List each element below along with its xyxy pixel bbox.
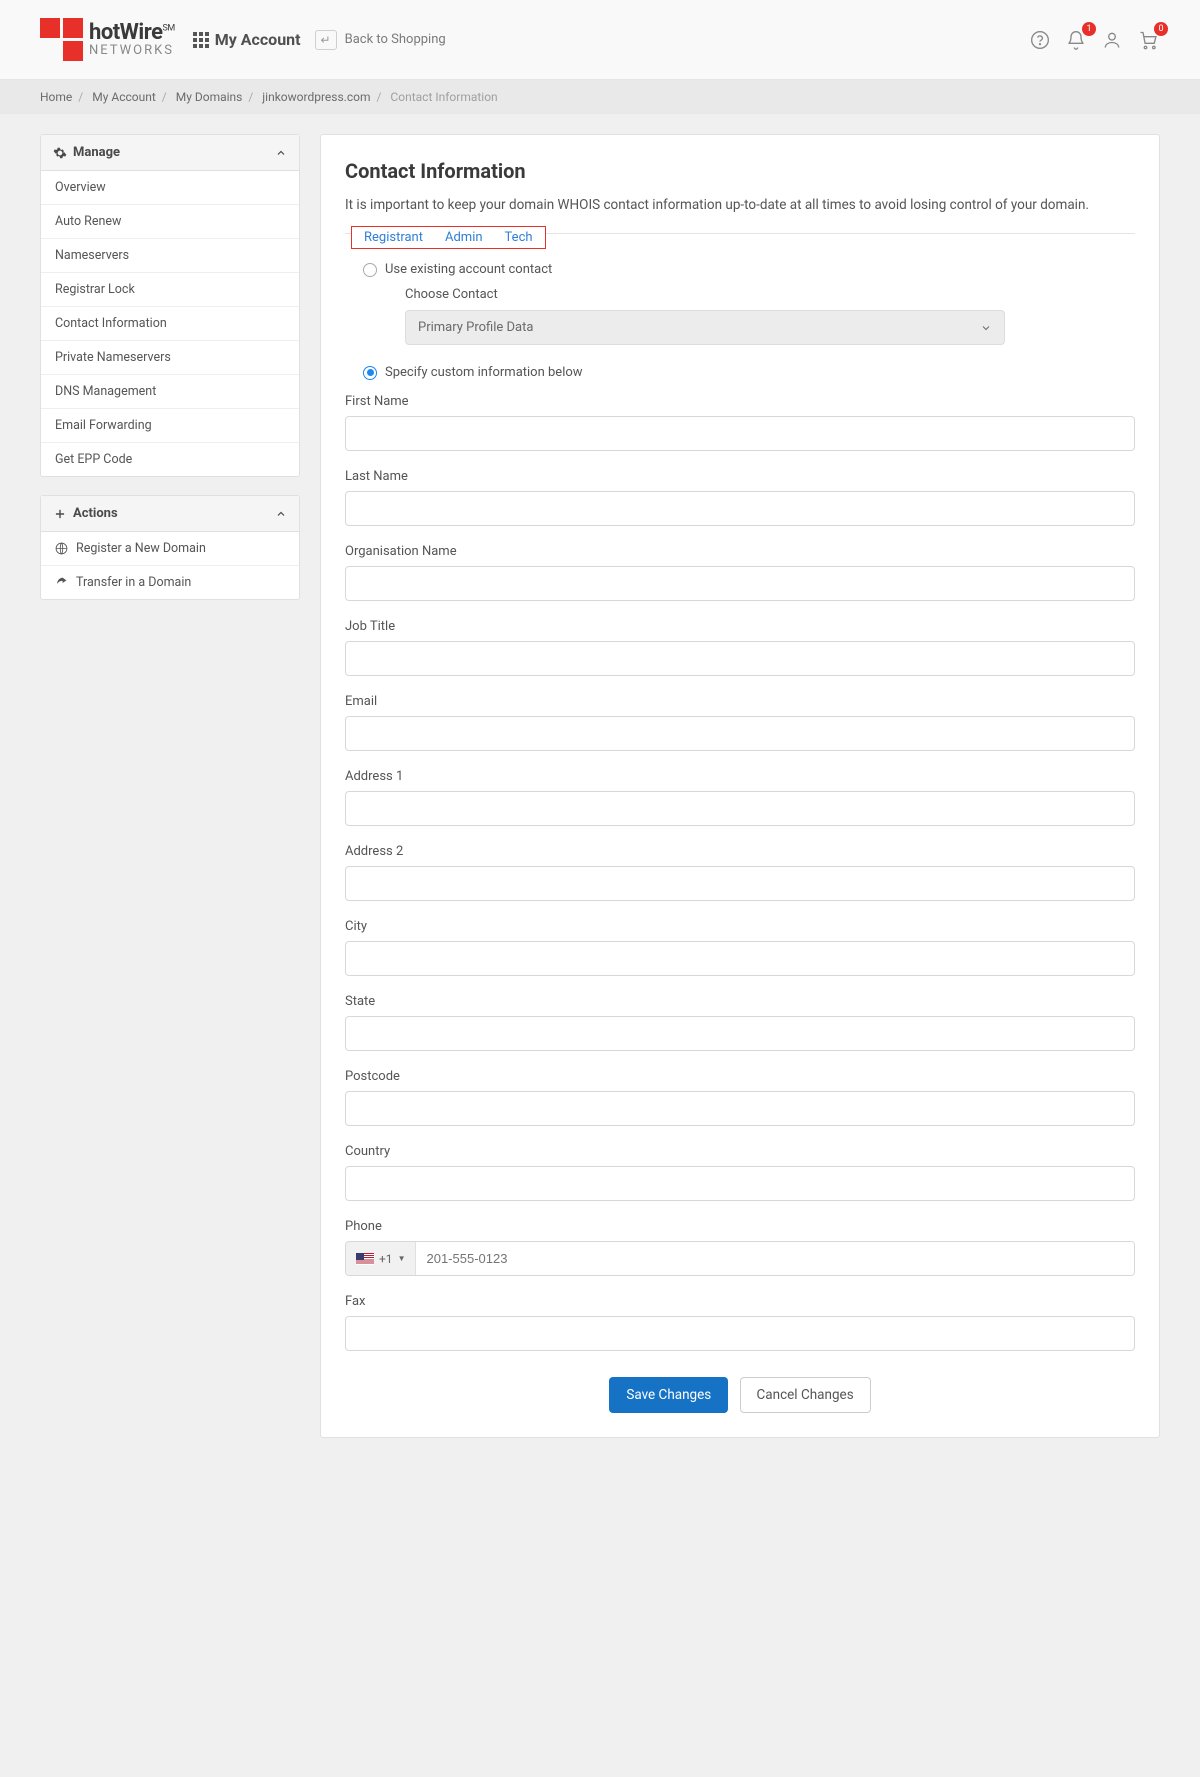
sidebar-item-private-nameservers[interactable]: Private Nameservers <box>41 341 299 375</box>
label-country: Country <box>345 1144 1135 1159</box>
input-organisation[interactable] <box>345 566 1135 601</box>
sidebar-item-get-epp-code[interactable]: Get EPP Code <box>41 443 299 476</box>
breadcrumb-item[interactable]: My Account <box>92 90 156 104</box>
radio-specify-custom[interactable]: Specify custom information below <box>363 365 1135 380</box>
radio-use-existing[interactable]: Use existing account contact <box>363 262 1135 277</box>
label-organisation: Organisation Name <box>345 544 1135 559</box>
tab-tech[interactable]: Tech <box>505 230 533 245</box>
label-first-name: First Name <box>345 394 1135 409</box>
sidebar-item-contact-information[interactable]: Contact Information <box>41 307 299 341</box>
label-last-name: Last Name <box>345 469 1135 484</box>
brand-subtitle: NETWORKS <box>89 44 175 57</box>
sidebar-item-dns-management[interactable]: DNS Management <box>41 375 299 409</box>
input-fax[interactable] <box>345 1316 1135 1351</box>
sidebar-item-nameservers[interactable]: Nameservers <box>41 239 299 273</box>
user-icon <box>1102 30 1122 50</box>
back-to-shopping[interactable]: ↵ Back to Shopping <box>315 30 446 50</box>
breadcrumb-item-current: Contact Information <box>390 90 497 104</box>
globe-icon <box>55 542 68 555</box>
chevron-up-icon <box>275 508 287 520</box>
sidebar-item-auto-renew[interactable]: Auto Renew <box>41 205 299 239</box>
radio-icon <box>363 366 377 380</box>
input-phone[interactable] <box>416 1242 1134 1275</box>
share-icon <box>55 576 68 589</box>
help-icon <box>1030 30 1050 50</box>
input-postcode[interactable] <box>345 1091 1135 1126</box>
label-city: City <box>345 919 1135 934</box>
logo-mark-icon <box>40 18 83 61</box>
chevron-down-icon <box>980 322 992 334</box>
label-address2: Address 2 <box>345 844 1135 859</box>
help-button[interactable] <box>1028 28 1052 52</box>
return-key-icon: ↵ <box>315 30 337 50</box>
page-intro: It is important to keep your domain WHOI… <box>345 195 1135 215</box>
breadcrumb-item[interactable]: My Domains <box>176 90 243 104</box>
label-phone: Phone <box>345 1219 1135 1234</box>
contact-tabs: Registrant Admin Tech <box>351 226 546 249</box>
gear-icon <box>53 146 67 160</box>
plus-icon <box>53 507 67 521</box>
notification-badge: 1 <box>1082 22 1096 36</box>
chevron-up-icon <box>275 147 287 159</box>
tab-admin[interactable]: Admin <box>445 230 483 245</box>
tab-registrant[interactable]: Registrant <box>364 230 423 245</box>
input-address1[interactable] <box>345 791 1135 826</box>
label-job-title: Job Title <box>345 619 1135 634</box>
label-state: State <box>345 994 1135 1009</box>
us-flag-icon <box>356 1253 374 1265</box>
radio-icon <box>363 263 377 277</box>
input-address2[interactable] <box>345 866 1135 901</box>
app-switcher[interactable]: My Account <box>193 30 301 49</box>
breadcrumb-item[interactable]: Home <box>40 90 72 104</box>
brand-name: hotWire <box>89 20 163 45</box>
grid-icon <box>193 32 209 48</box>
caret-down-icon: ▼ <box>398 1254 406 1263</box>
phone-country-selector[interactable]: +1 ▼ <box>346 1242 416 1275</box>
sidebar-manage-panel: Manage Overview Auto Renew Nameservers R… <box>40 134 300 477</box>
sidebar-action-transfer-domain[interactable]: Transfer in a Domain <box>41 566 299 599</box>
app-title: My Account <box>215 30 301 49</box>
sidebar-action-register-domain[interactable]: Register a New Domain <box>41 532 299 566</box>
sidebar-item-overview[interactable]: Overview <box>41 171 299 205</box>
input-email[interactable] <box>345 716 1135 751</box>
label-email: Email <box>345 694 1135 709</box>
input-city[interactable] <box>345 941 1135 976</box>
account-button[interactable] <box>1100 28 1124 52</box>
sidebar-actions-header[interactable]: Actions <box>41 496 299 532</box>
input-state[interactable] <box>345 1016 1135 1051</box>
label-fax: Fax <box>345 1294 1135 1309</box>
choose-contact-label: Choose Contact <box>405 287 1135 302</box>
input-last-name[interactable] <box>345 491 1135 526</box>
label-address1: Address 1 <box>345 769 1135 784</box>
page-title: Contact Information <box>345 159 1135 183</box>
breadcrumb: Home/ My Account/ My Domains/ jinkowordp… <box>0 80 1200 114</box>
notifications-button[interactable]: 1 <box>1064 28 1088 52</box>
input-first-name[interactable] <box>345 416 1135 451</box>
cart-badge: 0 <box>1154 22 1168 36</box>
choose-contact-select[interactable]: Primary Profile Data <box>405 310 1005 345</box>
save-button[interactable]: Save Changes <box>609 1377 728 1413</box>
sidebar-item-email-forwarding[interactable]: Email Forwarding <box>41 409 299 443</box>
sidebar-actions-panel: Actions Register a New Domain Transfer i… <box>40 495 300 600</box>
label-postcode: Postcode <box>345 1069 1135 1084</box>
breadcrumb-item[interactable]: jinkowordpress.com <box>262 90 370 104</box>
cart-button[interactable]: 0 <box>1136 28 1160 52</box>
input-job-title[interactable] <box>345 641 1135 676</box>
sidebar-item-registrar-lock[interactable]: Registrar Lock <box>41 273 299 307</box>
sidebar-manage-header[interactable]: Manage <box>41 135 299 171</box>
brand-logo[interactable]: hotWireSM NETWORKS <box>40 18 175 61</box>
cancel-button[interactable]: Cancel Changes <box>740 1377 871 1413</box>
input-country[interactable] <box>345 1166 1135 1201</box>
